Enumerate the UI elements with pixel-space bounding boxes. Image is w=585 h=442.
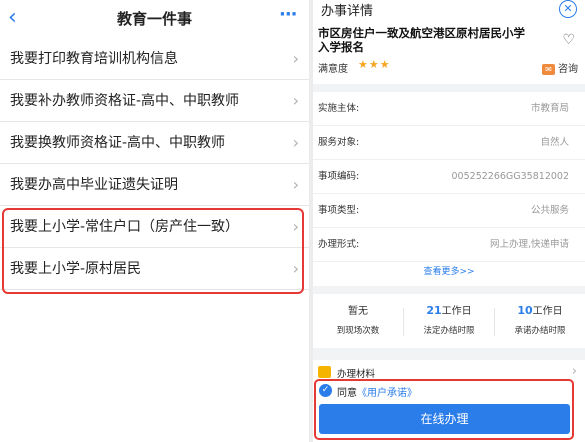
info-row-target: 服务对象: 自然人 [313,126,585,160]
chevron-right-icon: › [292,49,299,68]
stat-value: 暂无 [313,302,403,318]
info-value: 005252266GG35812002 [451,171,569,182]
info-label: 办理形式: [318,239,360,250]
stat-caption: 到现场次数 [336,326,380,336]
info-label: 服务对象: [318,137,360,148]
info-row-type: 事项类型: 公共服务 [313,194,585,228]
stat-value: 10工作日 [495,302,585,318]
rating-row: 满意度 ★★★ ✉ 咨询 [318,58,580,76]
detail-title: 办事详情 [321,4,374,19]
agreement-text: 同意《用户承诺》 [337,384,417,399]
section-gap [313,286,585,294]
info-value: 公共服务 [530,205,569,216]
stat-number: 10 [517,304,533,317]
chevron-right-icon: › [292,175,299,194]
left-header: ‹ 教育一件事 ··· [0,0,309,38]
stat-visits: 暂无 到现场次数 [313,302,403,336]
menu-item-primary-school-resident[interactable]: 我要上小学-常住户口（房产住一致） › [0,206,309,248]
menu-item-label: 我要补办教师资格证-高中、中职教师 [10,93,240,109]
chat-icon: ✉ [542,63,555,75]
stat-plain: 暂无 [348,306,368,317]
info-label: 事项类型: [318,205,360,216]
stat-promised-limit: 10工作日 承诺办结时限 [495,302,585,336]
menu-item-label: 我要办高中毕业证遗失证明 [10,177,178,193]
info-value: 市教育局 [530,103,569,114]
menu-item-reissue-teacher-cert[interactable]: 我要补办教师资格证-高中、中职教师 › [0,80,309,122]
info-row-code: 事项编码: 005252266GG35812002 [313,160,585,194]
right-header: 办事详情 ✕ [313,0,585,24]
user-commitment-link[interactable]: 《用户承诺》 [357,388,417,399]
menu-item-print-training-info[interactable]: 我要打印教育培训机构信息 › [0,38,309,80]
menu-item-renew-teacher-cert[interactable]: 我要换教师资格证-高中、中职教师 › [0,122,309,164]
menu-item-label: 我要上小学-原村居民 [10,261,142,277]
checkbox-checked-icon[interactable]: ✓ [319,384,332,397]
view-more-link[interactable]: 查看更多>> [313,264,585,277]
stat-value: 21工作日 [404,302,494,318]
stat-caption: 法定办结时限 [423,326,475,336]
stat-unit: 工作日 [441,306,472,317]
folder-icon [318,366,331,378]
online-apply-button[interactable]: 在线办理 [319,404,570,434]
info-row-implementer: 实施主体: 市教育局 [313,92,585,126]
materials-label: 办理材料 [337,369,376,380]
section-gap [313,84,585,92]
close-icon[interactable]: ✕ [559,0,577,18]
info-row-method: 办理形式: 网上办理,快递申请 [313,228,585,262]
stat-legal-limit: 21工作日 法定办结时限 [404,302,494,336]
menu-item-lost-diploma-proof[interactable]: 我要办高中毕业证遗失证明 › [0,164,309,206]
service-title: 市区房住户一致及航空港区原村居民小学入学报名 [318,26,525,54]
info-value: 自然人 [540,137,569,148]
stat-number: 21 [426,304,442,317]
left-panel: ‹ 教育一件事 ··· 我要打印教育培训机构信息 › 我要补办教师资格证-高中、… [0,0,309,442]
agreement-row: ✓ 同意《用户承诺》 [313,382,585,400]
chevron-right-icon: › [292,259,299,278]
right-panel: 办事详情 ✕ 市区房住户一致及航空港区原村居民小学入学报名 ♡ 满意度 ★★★ … [313,0,585,442]
menu-item-label: 我要换教师资格证-高中、中职教师 [10,135,226,151]
more-dots-icon[interactable]: ··· [279,6,301,28]
menu-list: 我要打印教育培训机构信息 › 我要补办教师资格证-高中、中职教师 › 我要换教师… [0,38,309,290]
stat-unit: 工作日 [532,306,563,317]
chevron-right-icon: › [292,217,299,236]
agreement-prefix: 同意 [337,388,357,399]
consult-label: 咨询 [558,64,578,75]
page-title: 教育一件事 [116,10,192,28]
menu-item-label: 我要上小学-常住户口（房产住一致） [10,219,240,235]
heart-icon[interactable]: ♡ [562,32,575,48]
rating-label: 满意度 [318,64,348,75]
stat-caption: 承诺办结时限 [514,326,566,336]
menu-item-label: 我要打印教育培训机构信息 [10,51,178,67]
star-rating: ★★★ [358,58,391,71]
info-value: 网上办理,快递申请 [489,239,569,250]
materials-row[interactable]: 办理材料 › [313,364,585,382]
info-label: 事项编码: [318,171,360,182]
chevron-right-icon: › [292,91,299,110]
section-gap [313,348,585,360]
info-label: 实施主体: [318,103,360,114]
chevron-right-icon: › [571,364,577,379]
consult-button[interactable]: ✉ 咨询 [542,60,578,75]
chevron-right-icon: › [292,133,299,152]
menu-item-primary-school-villager[interactable]: 我要上小学-原村居民 › [0,248,309,290]
